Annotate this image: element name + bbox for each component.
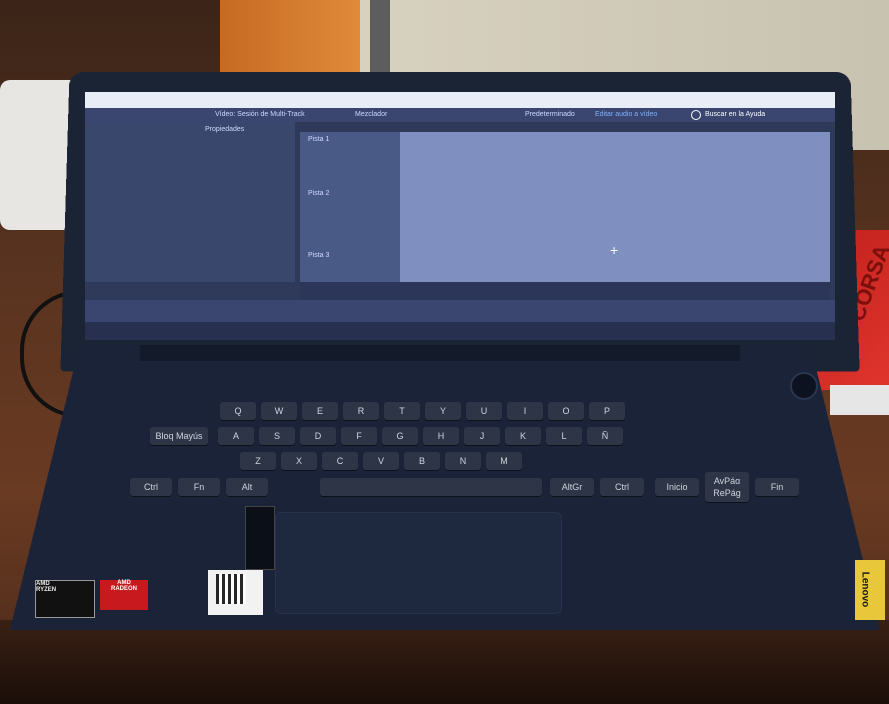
key-q[interactable]: Q bbox=[220, 402, 256, 420]
white-book bbox=[830, 385, 889, 415]
lower-panel bbox=[85, 300, 835, 322]
spec-sticker bbox=[245, 506, 275, 570]
key-b[interactable]: B bbox=[404, 452, 440, 470]
key-x[interactable]: X bbox=[281, 452, 317, 470]
key-y[interactable]: Y bbox=[425, 402, 461, 420]
plus-icon[interactable]: + bbox=[610, 242, 618, 258]
laptop-hinge bbox=[140, 345, 740, 361]
key-p[interactable]: P bbox=[589, 402, 625, 420]
key-f[interactable]: F bbox=[341, 427, 377, 445]
laptop-screen: Vídeo: Sesión de Multi-Track Mezclador P… bbox=[85, 92, 835, 340]
track-2-label[interactable]: Pista 2 bbox=[308, 190, 329, 197]
key-ctrl[interactable]: Ctrl bbox=[130, 478, 172, 496]
key-repág[interactable]: RePág bbox=[705, 484, 749, 502]
mixer-tab[interactable]: Mezclador bbox=[355, 111, 387, 118]
key-alt[interactable]: Alt bbox=[226, 478, 268, 496]
amd-radeon-sticker: AMD RADEON bbox=[100, 580, 148, 610]
photo-scene: C O R SA Vídeo: Sesión de Multi-Track Mezcl… bbox=[0, 0, 889, 704]
workspace-label[interactable]: Predeterminado bbox=[525, 111, 575, 118]
key-s[interactable]: S bbox=[259, 427, 295, 445]
track-3-label[interactable]: Pista 3 bbox=[308, 252, 329, 259]
key-r[interactable]: R bbox=[343, 402, 379, 420]
key-fn[interactable]: Fn bbox=[178, 478, 220, 496]
key-v[interactable]: V bbox=[363, 452, 399, 470]
spacebar[interactable] bbox=[320, 478, 542, 496]
power-button-icon[interactable] bbox=[790, 372, 818, 400]
windows-taskbar bbox=[85, 322, 835, 340]
lenovo-logo: Lenovo bbox=[855, 560, 885, 620]
key-g[interactable]: G bbox=[382, 427, 418, 445]
keyboard: Q W E R T Y U I O P Bloq Mayús A S D F G H J K L Ñ Z X C V B N M Ctr… bbox=[130, 372, 799, 502]
qr-code-icon bbox=[216, 574, 246, 604]
key-h[interactable]: H bbox=[423, 427, 459, 445]
key-ñ[interactable]: Ñ bbox=[587, 427, 623, 445]
key-z[interactable]: Z bbox=[240, 452, 276, 470]
menu-label[interactable]: Editar audio a vídeo bbox=[595, 111, 657, 118]
key-l[interactable]: L bbox=[546, 427, 582, 445]
transport-bar bbox=[300, 282, 830, 300]
key-d[interactable]: D bbox=[300, 427, 336, 445]
amd-radeon-text: RADEON bbox=[110, 586, 137, 592]
properties-panel: Propiedades bbox=[85, 122, 295, 282]
key-e[interactable]: E bbox=[302, 402, 338, 420]
key-inicio[interactable]: Inicio bbox=[655, 478, 699, 496]
search-icon[interactable] bbox=[691, 110, 701, 120]
key-i[interactable]: I bbox=[507, 402, 543, 420]
touchpad[interactable] bbox=[275, 512, 562, 614]
key-a[interactable]: A bbox=[218, 427, 254, 445]
key-t[interactable]: T bbox=[384, 402, 420, 420]
track-list: Pista 1 Pista 2 Pista 3 + bbox=[300, 132, 830, 282]
key-j[interactable]: J bbox=[464, 427, 500, 445]
desk-edge bbox=[0, 620, 889, 704]
key-bloq-mayús[interactable]: Bloq Mayús bbox=[150, 427, 208, 445]
key-ctrl[interactable]: Ctrl bbox=[600, 478, 644, 496]
amd-ryzen-text: RYZEN bbox=[36, 587, 57, 593]
amd-ryzen-sticker: AMD RYZEN bbox=[35, 580, 95, 618]
key-altgr[interactable]: AltGr bbox=[550, 478, 594, 496]
qr-sticker bbox=[208, 570, 263, 615]
key-fin[interactable]: Fin bbox=[755, 478, 799, 496]
key-c[interactable]: C bbox=[322, 452, 358, 470]
key-n[interactable]: N bbox=[445, 452, 481, 470]
key-m[interactable]: M bbox=[486, 452, 522, 470]
key-o[interactable]: O bbox=[548, 402, 584, 420]
track-1-label[interactable]: Pista 1 bbox=[308, 136, 329, 143]
timeline-area[interactable] bbox=[400, 132, 830, 282]
properties-title: Propiedades bbox=[205, 126, 245, 133]
app-titlebar bbox=[85, 92, 835, 108]
key-w[interactable]: W bbox=[261, 402, 297, 420]
lenovo-text: Lenovo bbox=[859, 571, 871, 608]
search-label[interactable]: Buscar en la Ayuda bbox=[705, 111, 765, 118]
key-u[interactable]: U bbox=[466, 402, 502, 420]
key-k[interactable]: K bbox=[505, 427, 541, 445]
center-tab[interactable]: Vídeo: Sesión de Multi-Track bbox=[215, 111, 305, 118]
